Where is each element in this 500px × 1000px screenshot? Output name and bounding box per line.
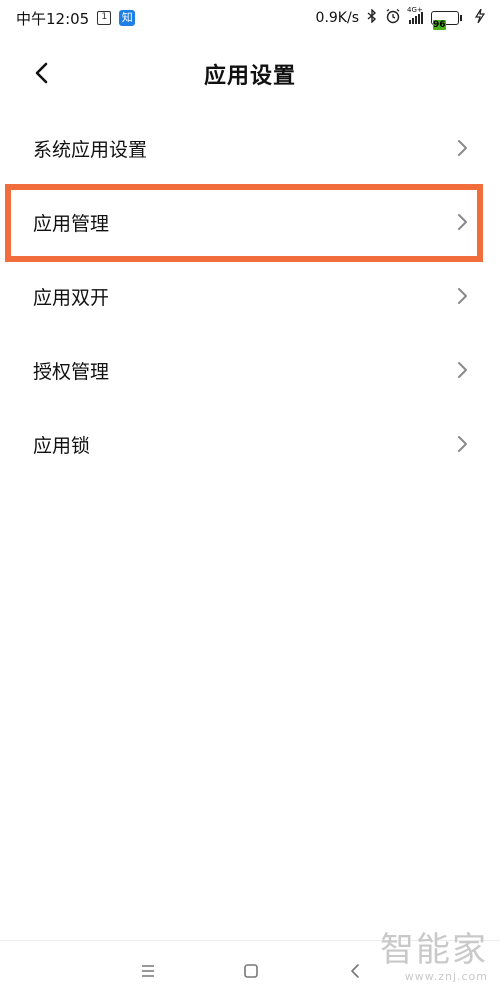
battery-icon: 96 [431,11,462,30]
alarm-icon [385,8,401,28]
list-item-permissions[interactable]: 授权管理 [0,333,500,407]
list-item-system-app-settings[interactable]: 系统应用设置 [0,111,500,185]
page-header: 应用设置 [0,46,500,102]
cellular-signal-icon: 4G+ [407,6,423,24]
chevron-right-icon [456,360,470,380]
status-bar: 中午12:05 1 知 0.9K/s 4G+ 96 [0,0,500,36]
settings-screen: 中午12:05 1 知 0.9K/s 4G+ 96 应用设置 系统应用设置 应用… [0,0,500,1000]
signal-type-label: 4G+ [407,6,423,14]
status-right: 0.9K/s 4G+ 96 [315,6,486,30]
list-item-label: 系统应用设置 [33,138,148,161]
chevron-right-icon [456,434,470,454]
list-item-dual-apps[interactable]: 应用双开 [0,259,500,333]
chevron-right-icon [456,212,470,232]
zhihu-notification-icon: 知 [119,10,136,26]
bluetooth-icon [367,8,377,27]
chevron-right-icon [456,286,470,306]
list-item-app-lock[interactable]: 应用锁 [0,407,500,481]
chevron-right-icon [456,138,470,158]
network-speed: 0.9K/s [315,10,359,26]
battery-level: 96 [433,20,446,30]
list-item-label: 应用双开 [33,286,110,309]
charging-icon [474,8,486,27]
list-item-label: 授权管理 [33,360,110,383]
page-title: 应用设置 [203,64,296,89]
status-time: 中午12:05 [16,9,90,28]
settings-list: 系统应用设置 应用管理 应用双开 授权管理 应用锁 [0,111,500,481]
calendar-notification-icon: 1 [97,11,112,25]
home-icon[interactable] [239,959,263,983]
list-item-label: 应用管理 [33,212,110,235]
status-left: 中午12:05 1 知 [16,8,136,29]
menu-icon[interactable] [136,959,160,983]
list-item-label: 应用锁 [33,434,91,457]
navigation-bar [0,940,500,1000]
nav-back-icon[interactable] [344,959,368,983]
list-item-app-management[interactable]: 应用管理 [0,185,500,259]
